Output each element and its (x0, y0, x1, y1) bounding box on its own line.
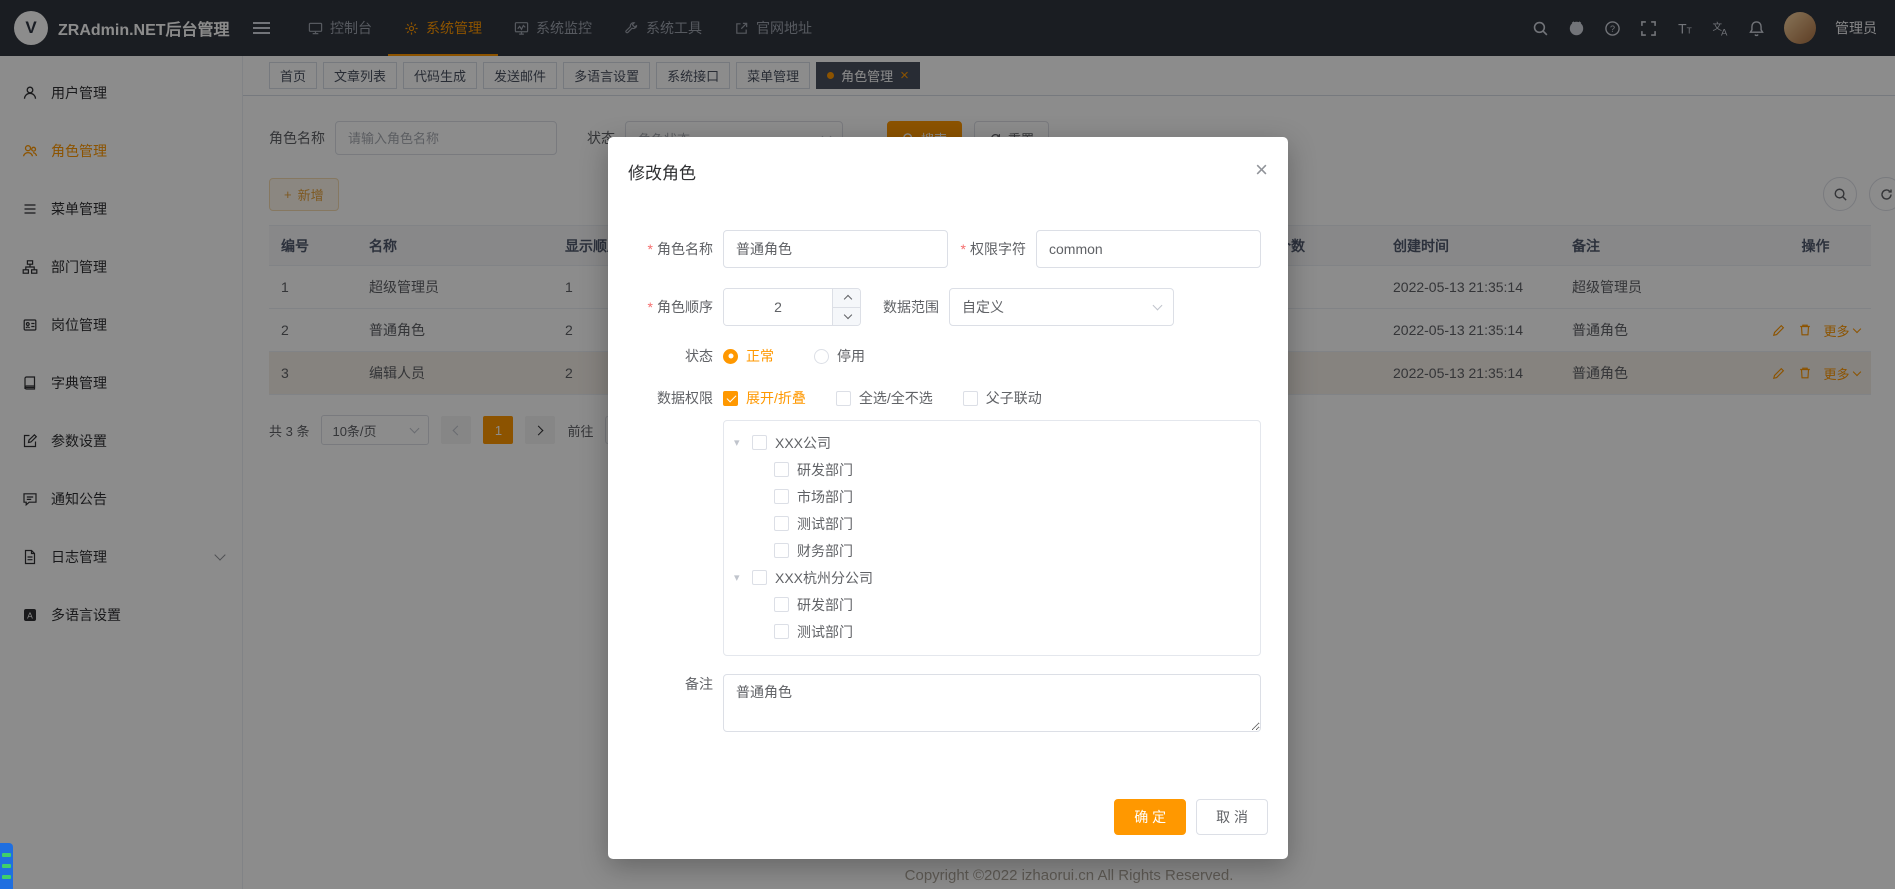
increase-button[interactable] (833, 289, 861, 308)
department-tree: ▾ XXX公司 研发部门 市场部门 测试部门 (723, 420, 1261, 656)
role-order-label: *角色顺序 (628, 297, 723, 317)
tree-node-dept[interactable]: 测试部门 (730, 618, 1254, 645)
data-permission-label: 数据权限 (628, 388, 723, 408)
tree-node-company-1[interactable]: ▾ XXX公司 (730, 429, 1254, 456)
radio-icon (723, 349, 738, 364)
role-order-input[interactable] (724, 289, 832, 325)
dialog-title: 修改角色 (628, 159, 696, 184)
role-name-label: *角色名称 (628, 239, 723, 259)
radio-icon (814, 349, 829, 364)
role-key-label: *权限字符 (948, 239, 1036, 259)
tree-node-dept[interactable]: 财务部门 (730, 537, 1254, 564)
role-key-input[interactable] (1036, 230, 1261, 268)
tree-checkbox[interactable] (774, 462, 789, 477)
tree-node-company-2[interactable]: ▾ XXX杭州分公司 (730, 564, 1254, 591)
confirm-button[interactable]: 确 定 (1114, 799, 1186, 835)
status-radio-disabled[interactable]: 停用 (814, 346, 865, 366)
tree-node-dept[interactable]: 市场部门 (730, 483, 1254, 510)
tree-node-dept[interactable]: 测试部门 (730, 510, 1254, 537)
checkbox-icon (723, 391, 738, 406)
dialog-footer: 确 定 取 消 (608, 799, 1288, 859)
caret-down-icon[interactable]: ▾ (734, 436, 752, 449)
parent-child-link-checkbox[interactable]: 父子联动 (963, 388, 1042, 408)
tree-checkbox[interactable] (774, 543, 789, 558)
tree-checkbox[interactable] (752, 570, 767, 585)
tree-checkbox[interactable] (752, 435, 767, 450)
edit-role-dialog: 修改角色 × *角色名称 *权限字符 *角色顺序 (608, 137, 1288, 859)
tree-checkbox[interactable] (774, 516, 789, 531)
cancel-button[interactable]: 取 消 (1196, 799, 1268, 835)
remark-textarea[interactable]: 普通角色 (723, 674, 1261, 732)
role-order-stepper (723, 288, 861, 326)
tree-checkbox[interactable] (774, 597, 789, 612)
remark-label: 备注 (628, 674, 723, 694)
tree-checkbox[interactable] (774, 489, 789, 504)
arrow-up-icon (843, 295, 851, 303)
tree-node-dept[interactable]: 研发部门 (730, 456, 1254, 483)
status-label: 状态 (628, 346, 723, 366)
role-name-input[interactable] (723, 230, 948, 268)
checkbox-icon (836, 391, 851, 406)
tree-node-dept[interactable]: 研发部门 (730, 591, 1254, 618)
status-radio-normal[interactable]: 正常 (723, 346, 774, 366)
dialog-header: 修改角色 × (608, 137, 1288, 184)
data-scope-label: 数据范围 (861, 297, 949, 317)
tree-checkbox[interactable] (774, 624, 789, 639)
permission-options: 展开/折叠 全选/全不选 父子联动 (723, 388, 1042, 408)
chevron-down-icon (1153, 301, 1163, 311)
corner-indicator[interactable] (0, 843, 13, 889)
status-radio-group: 正常 停用 (723, 346, 865, 366)
dialog-close-icon[interactable]: × (1255, 159, 1268, 181)
data-scope-select[interactable]: 自定义 (949, 288, 1174, 326)
arrow-down-icon (843, 311, 851, 319)
dialog-body: *角色名称 *权限字符 *角色顺序 数据范围 (608, 184, 1288, 752)
select-all-checkbox[interactable]: 全选/全不选 (836, 388, 933, 408)
decrease-button[interactable] (833, 308, 861, 326)
caret-down-icon[interactable]: ▾ (734, 571, 752, 584)
expand-collapse-checkbox[interactable]: 展开/折叠 (723, 388, 806, 408)
checkbox-icon (963, 391, 978, 406)
